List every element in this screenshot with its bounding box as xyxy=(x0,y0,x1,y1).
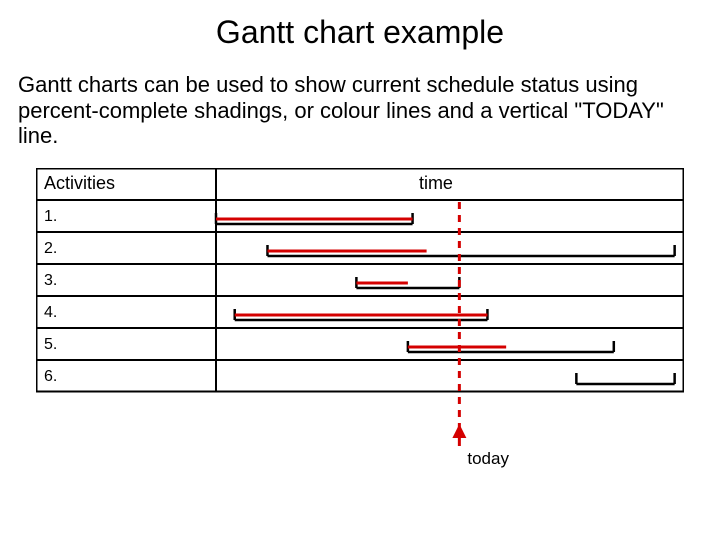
row-label-5: 5. xyxy=(44,336,57,353)
row-label-2: 2. xyxy=(44,240,57,257)
row-label-6: 6. xyxy=(44,368,57,385)
today-arrow-icon xyxy=(452,424,466,438)
today-label: today xyxy=(467,449,509,468)
row-label-3: 3. xyxy=(44,272,57,289)
row-label-1: 1. xyxy=(44,208,57,225)
row-label-4: 4. xyxy=(44,304,57,321)
gantt-svg: Activities time 1. 2. 3. 4. 5. 6. today xyxy=(36,168,684,488)
slide-title: Gantt chart example xyxy=(0,14,720,51)
gantt-chart: Activities time 1. 2. 3. 4. 5. 6. today xyxy=(36,168,684,488)
header-time: time xyxy=(419,173,453,193)
slide-description: Gantt charts can be used to show current… xyxy=(18,72,702,148)
header-activities: Activities xyxy=(44,173,115,193)
